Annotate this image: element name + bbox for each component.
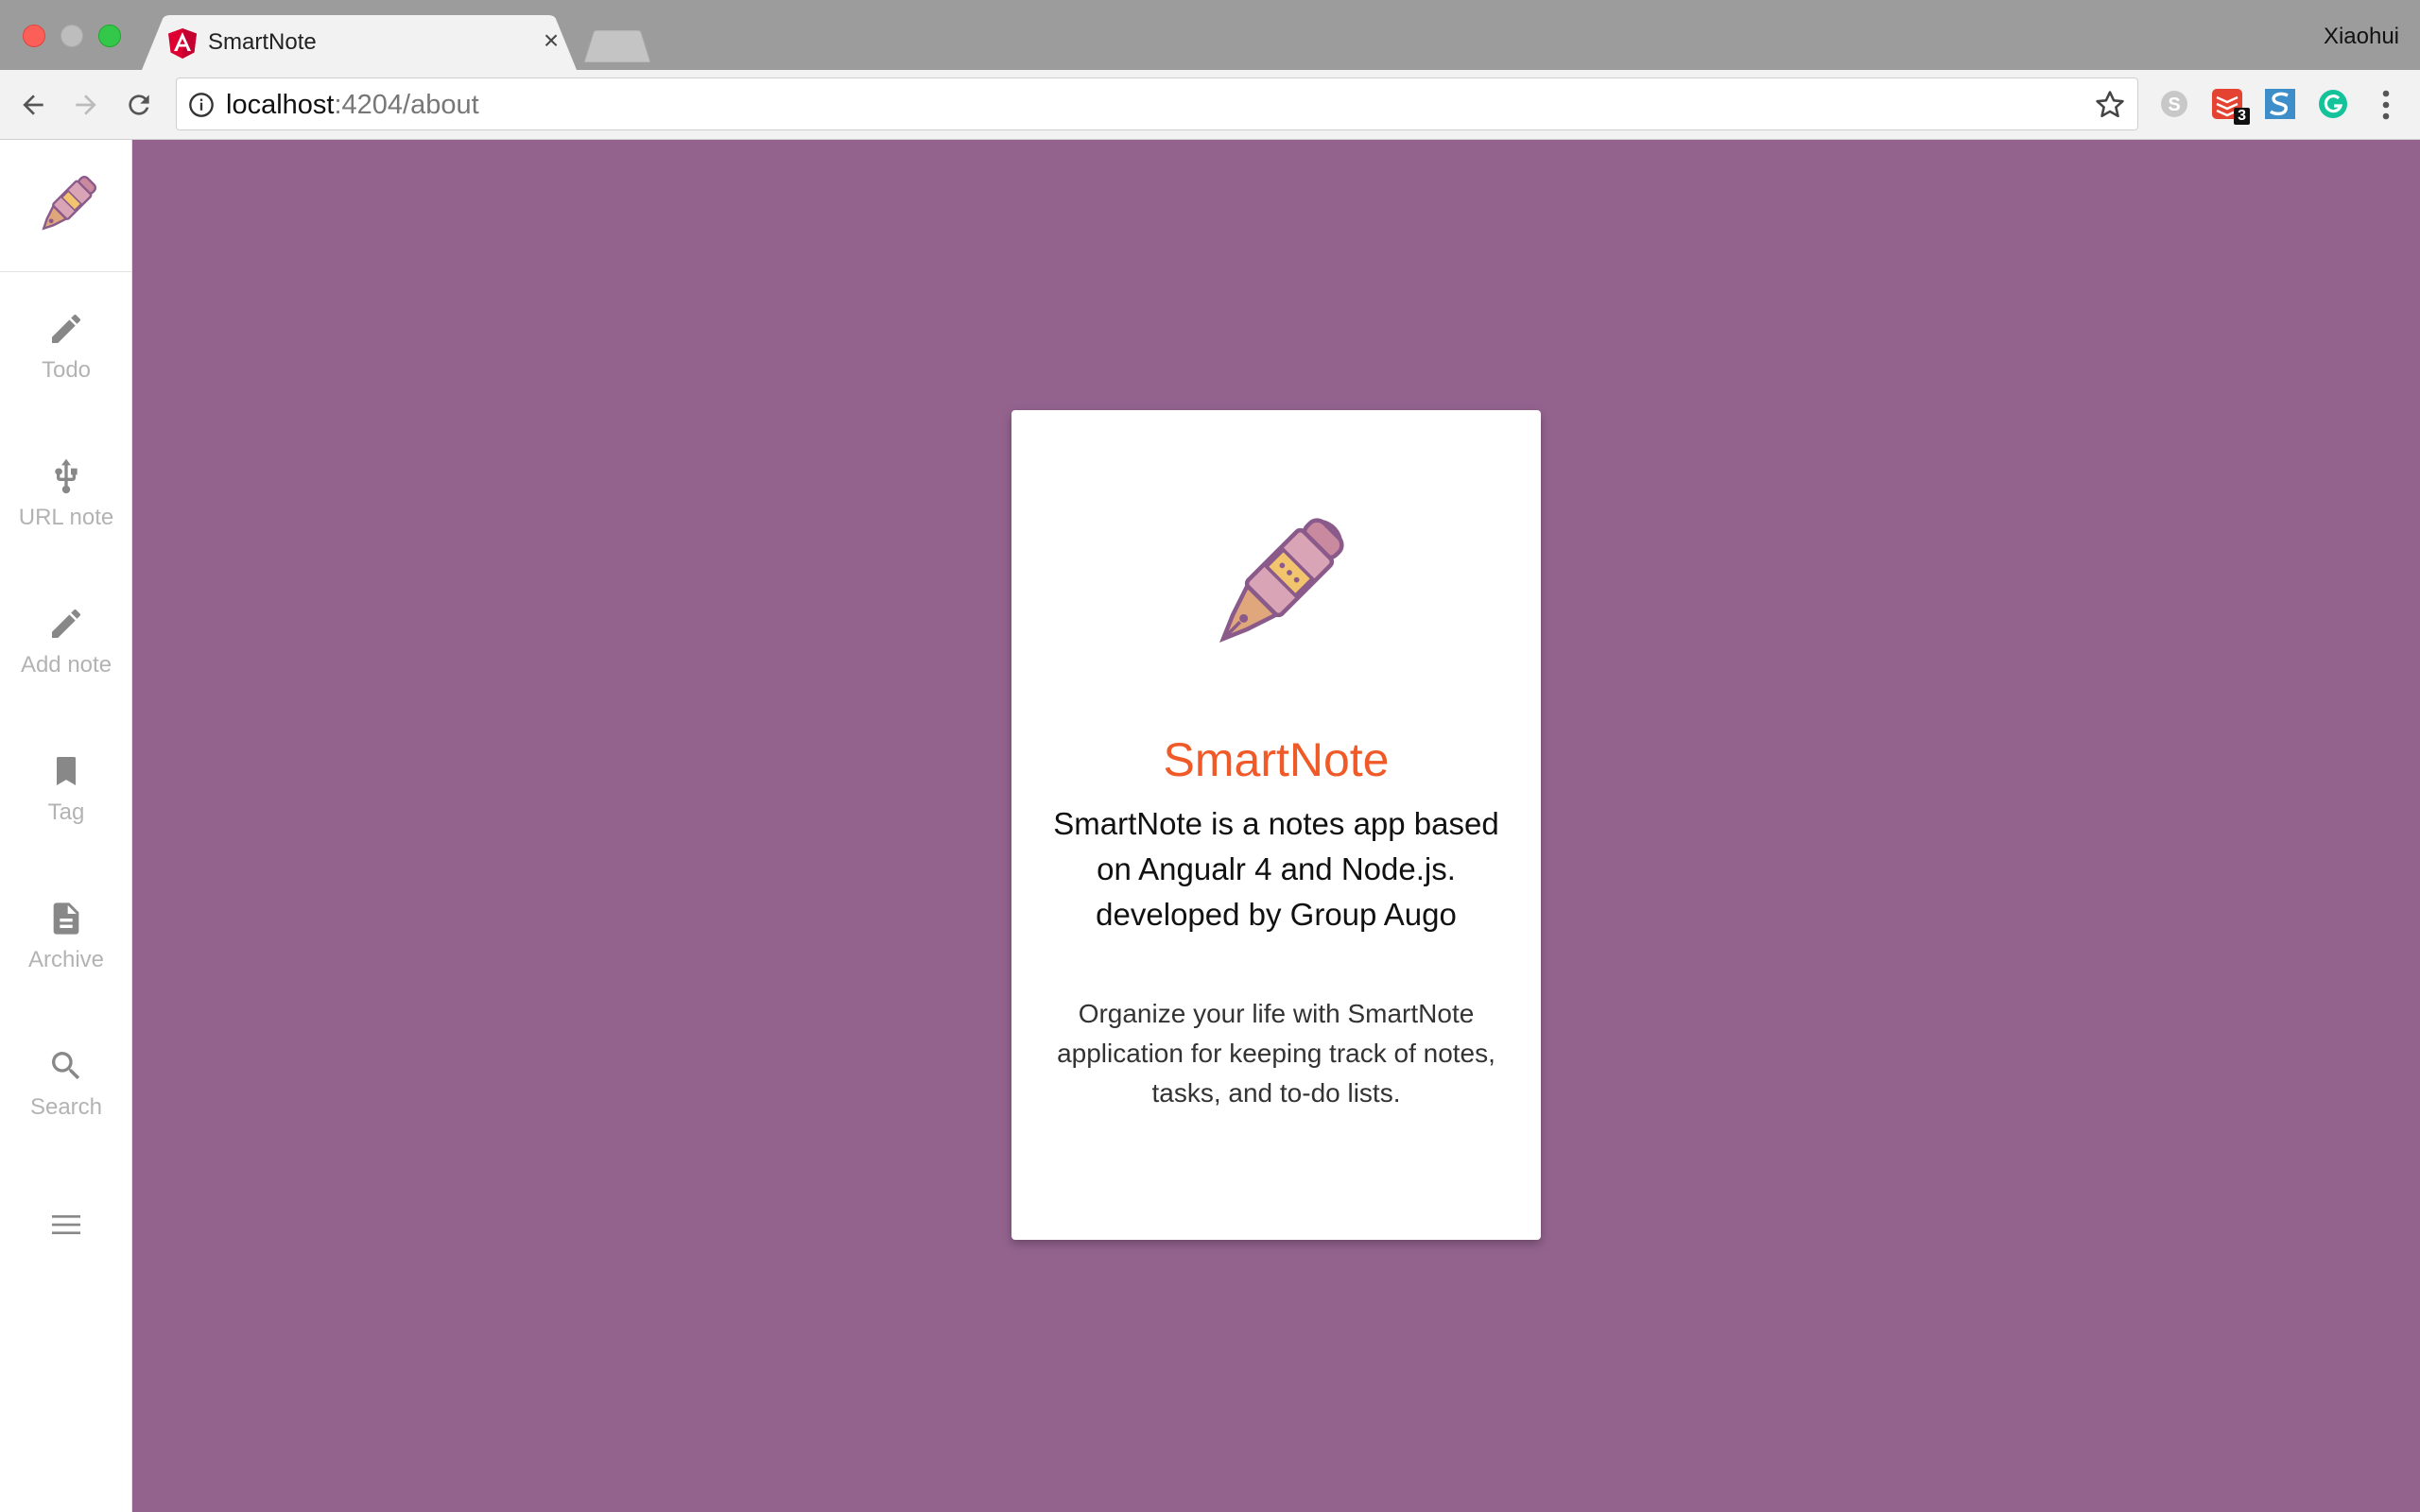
description-line: developed by Group Augo [1096, 897, 1457, 932]
forward-button[interactable] [68, 87, 104, 123]
main-content: SmartNote SmartNote is a notes app based… [132, 140, 2420, 1512]
description-line: on Angualr 4 and Node.js. [1097, 851, 1456, 886]
angular-favicon-icon [168, 28, 197, 59]
browser-menu-icon[interactable] [2373, 87, 2399, 123]
app-title: SmartNote [1163, 733, 1390, 786]
maximize-window-button[interactable] [98, 25, 121, 47]
smartnote-pen-logo-icon [1219, 518, 1344, 644]
sidebar-item-label: Todo [41, 357, 92, 383]
document-icon [53, 902, 79, 935]
app-tagline: Organize your life with SmartNote applic… [1049, 994, 1503, 1113]
sidebar-item-add-note[interactable]: Add note [0, 605, 132, 718]
profile-name[interactable]: Xiaohui [2324, 23, 2399, 51]
tab-title: SmartNote [208, 29, 317, 55]
arrow-right-icon [76, 94, 96, 115]
bookmark-icon [57, 757, 76, 785]
skype-extension-icon[interactable]: S [2157, 87, 2191, 121]
close-window-button[interactable] [23, 25, 45, 47]
back-button[interactable] [15, 87, 51, 123]
url-path: :4204/about [334, 90, 479, 120]
app-description: SmartNote is a notes app based on Angual… [1049, 801, 1503, 937]
tab-shape [142, 15, 577, 70]
info-icon[interactable] [188, 92, 215, 118]
browser-tab-active[interactable]: SmartNote × [142, 15, 577, 70]
url-text[interactable]: localhost:4204/about [226, 90, 479, 120]
sidebar-item-todo[interactable]: Todo [0, 310, 132, 423]
minimize-window-button[interactable] [60, 25, 83, 47]
reload-icon [129, 94, 149, 115]
tagline-line: Organize your life with SmartNote [1078, 999, 1475, 1028]
sidebar-item-label: Add note [20, 652, 112, 678]
sidebar-item-search[interactable]: Search [0, 1047, 132, 1160]
reload-button[interactable] [121, 87, 157, 123]
tagline-line: tasks, and to-do lists. [1151, 1078, 1401, 1108]
grammarly-extension-icon[interactable] [2316, 87, 2350, 121]
sidebar-item-url-note[interactable]: URL note [0, 457, 132, 571]
todoist-extension-icon[interactable]: 3 [2210, 87, 2250, 125]
sidebar-item-label: URL note [18, 505, 114, 530]
new-tab-button[interactable] [584, 30, 650, 62]
address-bar[interactable]: localhost:4204/about [176, 77, 2138, 130]
pencil-icon [52, 314, 81, 343]
tagline-line: application for keeping track of notes, [1057, 1039, 1495, 1068]
smartnote-pen-logo-icon [42, 175, 97, 231]
s-extension-icon[interactable] [2263, 87, 2297, 121]
arrow-left-icon [23, 94, 43, 115]
pencil-icon [52, 609, 81, 638]
browser-toolbar: localhost:4204/about S 3 [0, 70, 2420, 140]
sidebar-logo[interactable] [0, 140, 132, 272]
sidebar-item-label: Search [29, 1094, 103, 1120]
sidebar-item-tag[interactable]: Tag [0, 752, 132, 866]
app-sidebar: Todo URL note Add note Tag Archive Searc… [0, 140, 132, 1512]
browser-titlebar: SmartNote × Xiaohui [0, 0, 2420, 70]
extension-badge: 3 [2234, 108, 2250, 125]
about-card: SmartNote SmartNote is a notes app based… [1011, 410, 1541, 1240]
sidebar-item-label: Archive [27, 947, 105, 972]
bookmark-star-icon[interactable] [2094, 89, 2126, 121]
url-host: localhost [226, 90, 335, 120]
tab-close-button[interactable]: × [537, 26, 565, 55]
sidebar-item-archive[interactable]: Archive [0, 900, 132, 1013]
hamburger-icon[interactable] [47, 1206, 85, 1244]
sidebar-item-label: Tag [47, 799, 85, 825]
usb-icon [55, 458, 78, 494]
svg-text:S: S [2168, 94, 2180, 115]
description-line: SmartNote is a notes app based [1053, 806, 1499, 841]
search-icon [52, 1052, 80, 1080]
